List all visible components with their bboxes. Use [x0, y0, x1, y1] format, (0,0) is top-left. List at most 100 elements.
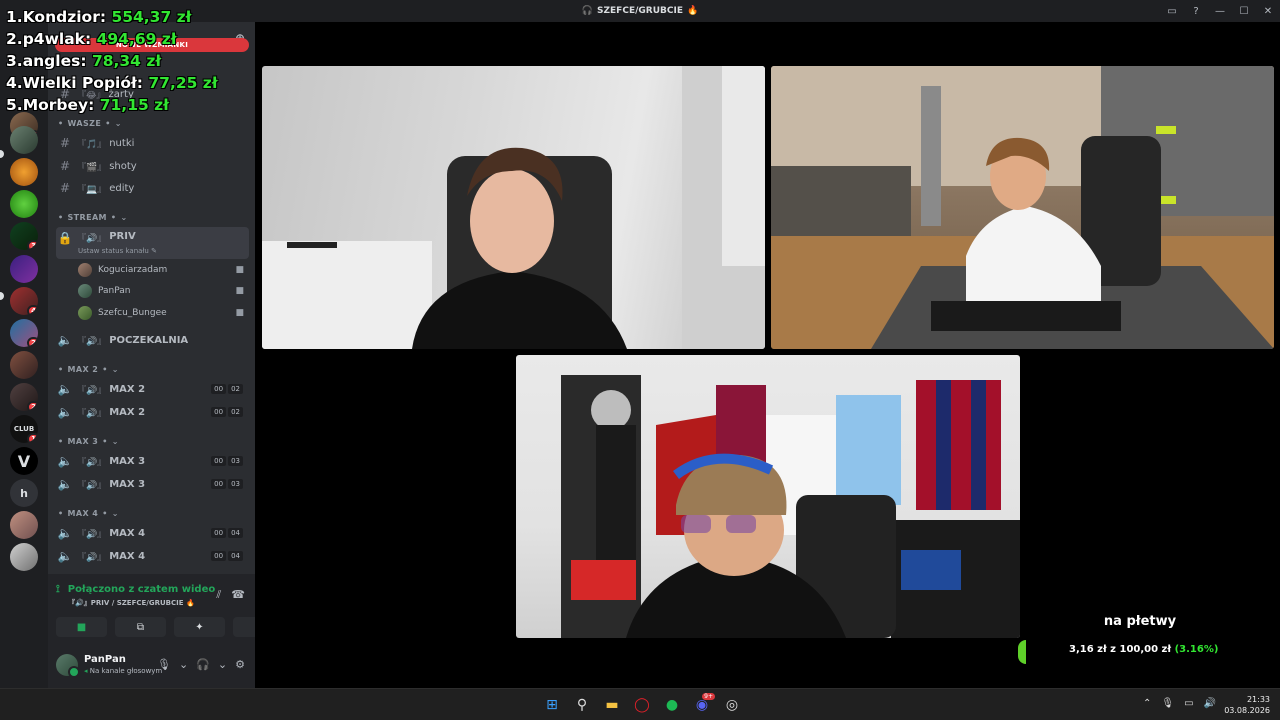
voice-panel-icons: ⫽ ☎: [216, 588, 245, 602]
category-wasze[interactable]: • WASZE • ⌄: [58, 119, 122, 128]
leaderboard-row: 2.p4wlak: 494,69 zł: [6, 30, 177, 48]
server-label: CLUB: [13, 425, 35, 433]
search-icon[interactable]: ⚲: [570, 693, 594, 717]
voice-user[interactable]: PanPan ■: [78, 281, 248, 301]
voice-user-name: Koguciarzadam: [98, 265, 168, 275]
donation-goal-progress: [1018, 640, 1026, 664]
obs-icon[interactable]: ◎: [720, 693, 744, 717]
unread-badge: 2: [27, 337, 38, 347]
avatar: [78, 263, 92, 277]
category-max4[interactable]: • MAX 4 • ⌄: [58, 509, 119, 518]
category-max3[interactable]: • MAX 3 • ⌄: [58, 437, 119, 446]
server-avatar[interactable]: [10, 543, 38, 571]
hash-icon: #: [59, 136, 71, 150]
voice-channel-poczekalnia[interactable]: 🔈 『🔊』 POCZEKALNIA: [56, 330, 249, 350]
voice-status[interactable]: ⟟ Połączono z czatem wideo: [56, 584, 215, 595]
channel-emoji-icon: 『💻』: [77, 184, 107, 195]
voice-channel-max2[interactable]: 🔈 『🔊』 MAX 2 00 02: [56, 402, 249, 422]
server-avatar[interactable]: 2: [10, 319, 38, 347]
activities-button[interactable]: ✦: [174, 617, 225, 637]
unread-badge: 3: [27, 240, 38, 250]
chevron-up-icon[interactable]: ⌃: [1143, 698, 1151, 709]
headphones-icon[interactable]: 🎧: [196, 658, 210, 671]
channel-nutki[interactable]: # 『🎵』 nutki: [56, 133, 249, 153]
chevron-down-icon[interactable]: ⌄: [179, 658, 188, 671]
voice-channel-max4[interactable]: 🔈 『🔊』 MAX 4 00 04: [56, 523, 249, 543]
channel-emoji-icon: 『🔊』: [77, 408, 107, 419]
window-controls: ▭ ? — ☐ ✕: [1160, 0, 1280, 22]
help-icon[interactable]: ?: [1184, 0, 1208, 22]
voice-status-text: Połączono z czatem wideo: [67, 584, 216, 595]
video-tile-panpan[interactable]: [771, 66, 1274, 349]
server-avatar[interactable]: [10, 158, 38, 186]
volume-icon[interactable]: 🔊: [1204, 698, 1216, 709]
server-avatar[interactable]: [10, 511, 38, 539]
video-feed: [771, 66, 1274, 349]
file-explorer-icon[interactable]: ▬: [600, 693, 624, 717]
maximize-button[interactable]: ☐: [1232, 0, 1256, 22]
category-label: WASZE: [67, 119, 102, 128]
voice-location[interactable]: 『🔊』PRIV / SZEFCE/GRUBCIE 🔥: [68, 598, 195, 608]
disconnect-icon[interactable]: ☎: [231, 588, 245, 602]
voice-channel-max3[interactable]: 🔈 『🔊』 MAX 3 00 03: [56, 474, 249, 494]
channel-label: MAX 3: [109, 478, 146, 490]
channel-status-text: Ustaw status kanału: [78, 247, 149, 255]
speaker-icon: 🔈: [57, 526, 73, 540]
server-avatar-club[interactable]: CLUB 1: [10, 415, 38, 443]
server-rail: 14 3 4 2 2 CLUB1 V h: [0, 22, 48, 688]
microphone-icon[interactable]: 🎙: [157, 658, 171, 671]
server-avatar[interactable]: 4: [10, 287, 38, 315]
chevron-down-icon[interactable]: ⌄: [218, 658, 227, 671]
video-feed: [262, 66, 765, 349]
video-tile-szefcu-bungee[interactable]: [516, 355, 1020, 638]
speaker-icon: 🔈: [57, 405, 73, 419]
user-name[interactable]: PanPan: [84, 654, 126, 665]
voice-user[interactable]: Koguciarzadam ■: [78, 260, 248, 280]
discord-icon[interactable]: ◉ 9+: [690, 693, 715, 717]
server-avatar-v[interactable]: V: [10, 447, 38, 475]
category-stream[interactable]: • STREAM • ⌄: [58, 213, 128, 222]
video-tile-koguciarzadam[interactable]: [262, 66, 765, 349]
avatar[interactable]: [56, 654, 80, 678]
server-avatar[interactable]: 2: [10, 383, 38, 411]
soundboard-button[interactable]: ♪: [233, 617, 255, 637]
channel-emoji-icon: 『🔊』: [77, 480, 107, 491]
close-button[interactable]: ✕: [1256, 0, 1280, 22]
microphone-icon[interactable]: 🎙: [1161, 698, 1174, 709]
network-icon[interactable]: ▭: [1184, 698, 1193, 709]
spotify-icon[interactable]: ●: [660, 693, 684, 717]
inbox-icon[interactable]: ▭: [1160, 0, 1184, 22]
opera-icon[interactable]: ◯: [630, 693, 654, 717]
leaderboard-row: 1.Kondzior: 554,37 zł: [6, 8, 192, 26]
voice-channel-max3[interactable]: 🔈 『🔊』 MAX 3 00 03: [56, 451, 249, 471]
voice-channel-max2[interactable]: 🔈 『🔊』 MAX 2 00 02: [56, 379, 249, 399]
server-avatar[interactable]: [10, 126, 38, 154]
channel-edity[interactable]: # 『💻』 edity: [56, 178, 249, 198]
server-avatar-h[interactable]: h: [10, 479, 38, 507]
camera-icon: ■: [235, 265, 244, 275]
channel-status-setter[interactable]: Ustaw status kanału ✎: [78, 247, 157, 255]
server-avatar[interactable]: [10, 351, 38, 379]
leaderboard-row: 5.Morbey: 71,15 zł: [6, 96, 169, 114]
windows-start-icon[interactable]: ⊞: [540, 693, 564, 717]
category-max2[interactable]: • MAX 2 • ⌄: [58, 365, 119, 374]
camera-button[interactable]: ■: [56, 617, 107, 637]
noise-suppression-icon[interactable]: ⫽: [216, 588, 221, 602]
voice-user[interactable]: Szefcu_Bungee ■: [78, 303, 248, 323]
voice-channel-max4[interactable]: 🔈 『🔊』 MAX 4 00 04: [56, 546, 249, 566]
channel-label: POCZEKALNIA: [109, 334, 189, 346]
channel-shoty[interactable]: # 『🎬』 shoty: [56, 156, 249, 176]
server-avatar[interactable]: 3: [10, 222, 38, 250]
gear-icon[interactable]: ⚙: [235, 658, 245, 671]
chevron-down-icon: ⌄: [253, 33, 255, 43]
channel-emoji-icon: 『🔊』: [77, 529, 107, 540]
voice-connection-panel: ⟟ Połączono z czatem wideo 『🔊』PRIV / SZEF…: [48, 574, 255, 688]
chevron-down-icon: ⌄: [111, 509, 119, 518]
screenshare-button[interactable]: ⧉: [115, 617, 166, 637]
server-avatar[interactable]: [10, 255, 38, 283]
minimize-button[interactable]: —: [1208, 0, 1232, 22]
voice-user-name: PanPan: [98, 286, 131, 296]
server-avatar[interactable]: [10, 190, 38, 218]
taskbar-clock[interactable]: 21:33 03.08.2026: [1224, 694, 1270, 716]
user-limit-badge: 00 04: [211, 551, 243, 561]
